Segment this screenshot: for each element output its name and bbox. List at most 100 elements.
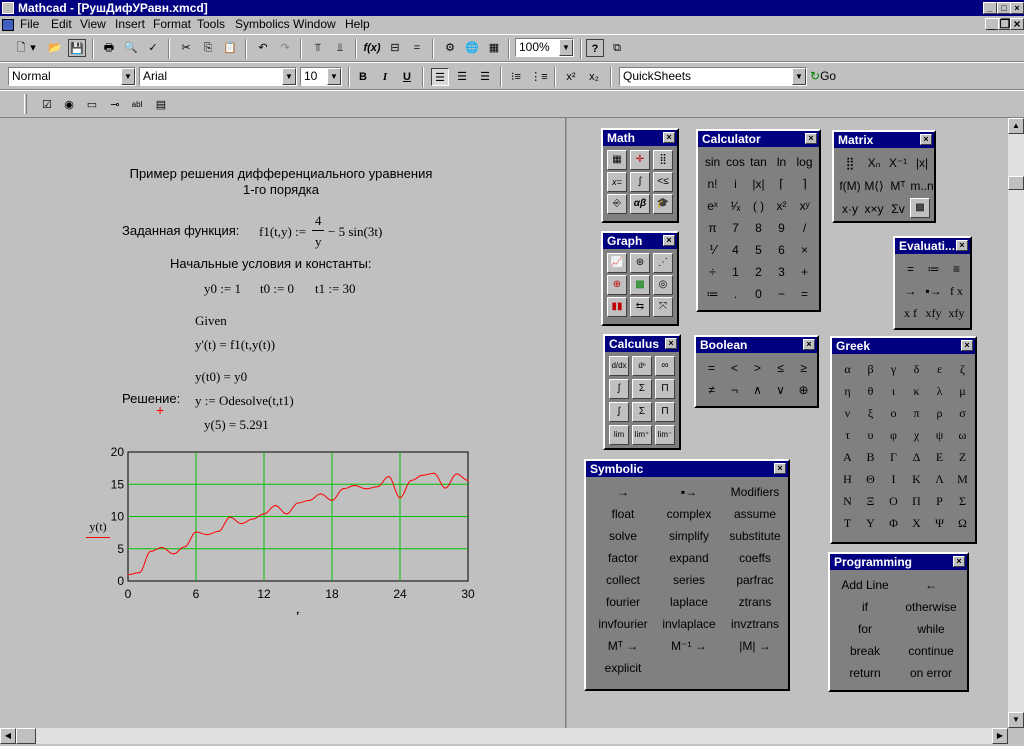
cut-icon[interactable]: ✂ (177, 39, 195, 57)
scroll-down-icon[interactable]: ▼ (1008, 712, 1024, 728)
symbolic-key[interactable]: explicit (590, 657, 656, 679)
programming-key[interactable]: if (832, 596, 898, 618)
doc-icon[interactable] (2, 19, 14, 31)
greek-key[interactable]: ε (928, 358, 951, 380)
symbolic-key[interactable]: collect (590, 569, 656, 591)
subscript-button[interactable]: x₂ (585, 68, 603, 86)
left-limit-icon[interactable]: lim⁻ (655, 425, 675, 445)
greek-key[interactable]: λ (928, 380, 951, 402)
picture-icon[interactable]: ▩ (910, 198, 930, 218)
boolean-key[interactable]: ∧ (746, 379, 769, 401)
slider-control-icon[interactable]: ⊸ (106, 96, 124, 114)
symbolic-key[interactable]: float (590, 503, 656, 525)
boolean-key[interactable]: ¬ (723, 379, 746, 401)
menu-edit[interactable]: Edit (51, 17, 72, 31)
calculator-key[interactable]: n! (701, 173, 724, 195)
boolean-key[interactable]: ⊕ (792, 379, 815, 401)
greek-key[interactable]: ι (882, 380, 905, 402)
vector-sum-icon[interactable]: Σv (886, 198, 910, 221)
close-icon[interactable]: × (663, 235, 675, 246)
menu-tools[interactable]: Tools (197, 17, 225, 31)
insert-unit-icon[interactable]: ⊟ (386, 39, 404, 57)
limit-icon[interactable]: lim (609, 425, 629, 445)
subscript-icon[interactable]: Xₙ (862, 152, 886, 175)
boolean-key[interactable]: = (700, 357, 723, 379)
insert-hyperlink-icon[interactable]: ⚙ (441, 39, 459, 57)
close-icon[interactable]: × (663, 132, 675, 143)
calculator-key[interactable]: i (724, 173, 747, 195)
derivative-icon[interactable]: d/dx (609, 356, 629, 376)
symbolic-key[interactable]: assume (722, 503, 788, 525)
greek-key[interactable]: Ω (951, 512, 974, 534)
close-icon[interactable]: × (956, 240, 968, 251)
greek-key[interactable]: Γ (882, 446, 905, 468)
size-select[interactable]: 10 ▼ (300, 67, 342, 86)
greek-key[interactable]: Η (836, 468, 859, 490)
insert-component-icon[interactable]: ▦ (485, 39, 503, 57)
3d-scatter-icon[interactable]: ▩ (630, 275, 650, 295)
style-select[interactable]: Normal ▼ (8, 67, 136, 86)
t1-def[interactable]: t1 := 30 (315, 281, 356, 297)
symbolic-key[interactable]: complex (656, 503, 722, 525)
calculator-key[interactable]: ( ) (747, 195, 770, 217)
symbolic-key[interactable]: Mᵀ → (590, 635, 656, 657)
symbolic-key[interactable]: → (590, 481, 656, 503)
scroll-left-icon[interactable]: ◀ (0, 728, 16, 744)
chevron-down-icon[interactable]: ▼ (282, 68, 296, 85)
surface-plot-icon[interactable]: ⋰ (653, 253, 673, 273)
calculate-icon[interactable]: = (408, 39, 426, 57)
greek-key[interactable]: ο (882, 402, 905, 424)
numbering-icon[interactable]: ⋮≡ (530, 68, 548, 86)
calculator-key[interactable]: ÷ (701, 261, 724, 283)
programming-key[interactable]: on error (898, 662, 964, 684)
solution-label[interactable]: Решение: (122, 391, 180, 406)
scroll-right-icon[interactable]: ▶ (992, 728, 1008, 744)
symbolic-key[interactable]: simplify (656, 525, 722, 547)
greek-key[interactable]: Ι (882, 468, 905, 490)
range-product-icon[interactable]: Π (655, 402, 675, 422)
greek-key[interactable]: Δ (905, 446, 928, 468)
greek-key[interactable]: χ (905, 424, 928, 446)
programming-key[interactable]: while (898, 618, 964, 640)
symbolic-key[interactable]: fourier (590, 591, 656, 613)
evaluate-icon[interactable]: = (899, 258, 922, 280)
menu-file[interactable]: File (20, 17, 39, 31)
programming-key[interactable]: Add Line (832, 574, 898, 596)
chevron-down-icon[interactable]: ▼ (559, 39, 573, 56)
redo-icon[interactable]: ↷ (276, 39, 294, 57)
greek-key[interactable]: ζ (951, 358, 974, 380)
func-rhs[interactable]: − 5 sin(3t) (328, 224, 382, 240)
programming-key[interactable]: for (832, 618, 898, 640)
indefinite-integral-icon[interactable]: ∫ (609, 402, 629, 422)
open-icon[interactable]: 📂 (46, 39, 64, 57)
symbolic-key[interactable]: laplace (656, 591, 722, 613)
underline-button[interactable]: U (398, 68, 416, 86)
greek-key[interactable]: Κ (905, 468, 928, 490)
symbolic-key[interactable]: coeffs (722, 547, 788, 569)
nth-derivative-icon[interactable]: dⁿ (632, 356, 652, 376)
determinant-icon[interactable]: |x| (910, 152, 934, 175)
align-left-icon[interactable]: ☰ (431, 68, 449, 86)
greek-key[interactable]: Ν (836, 490, 859, 512)
calculator-key[interactable]: + (793, 261, 816, 283)
odesolve-def[interactable]: y := Odesolve(t,t1) (195, 393, 294, 409)
symbolic-key[interactable]: invfourier (590, 613, 656, 635)
calculator-key[interactable]: . (724, 283, 747, 305)
scroll-thumb[interactable] (1008, 176, 1024, 190)
xy-plot-icon[interactable]: 📈 (607, 253, 627, 273)
worksheet-subtitle[interactable]: 1-го порядка (114, 182, 448, 197)
close-icon[interactable]: × (920, 134, 932, 145)
boolean-key[interactable]: ≥ (792, 357, 815, 379)
greek-key[interactable]: Μ (951, 468, 974, 490)
button-control-icon[interactable]: ▭ (83, 96, 101, 114)
bold-button[interactable]: B (354, 68, 372, 86)
symbolic-key[interactable]: substitute (722, 525, 788, 547)
greek-key[interactable]: β (859, 358, 882, 380)
programming-key[interactable]: continue (898, 640, 964, 662)
trace-plot-icon[interactable]: ⤧ (653, 297, 673, 317)
symbolic-key[interactable]: invlaplace (656, 613, 722, 635)
listbox-control-icon[interactable]: ▤ (152, 96, 170, 114)
greek-key[interactable]: Λ (928, 468, 951, 490)
infinity-icon[interactable]: ∞ (655, 356, 675, 376)
chevron-down-icon[interactable]: ▼ (121, 68, 135, 85)
